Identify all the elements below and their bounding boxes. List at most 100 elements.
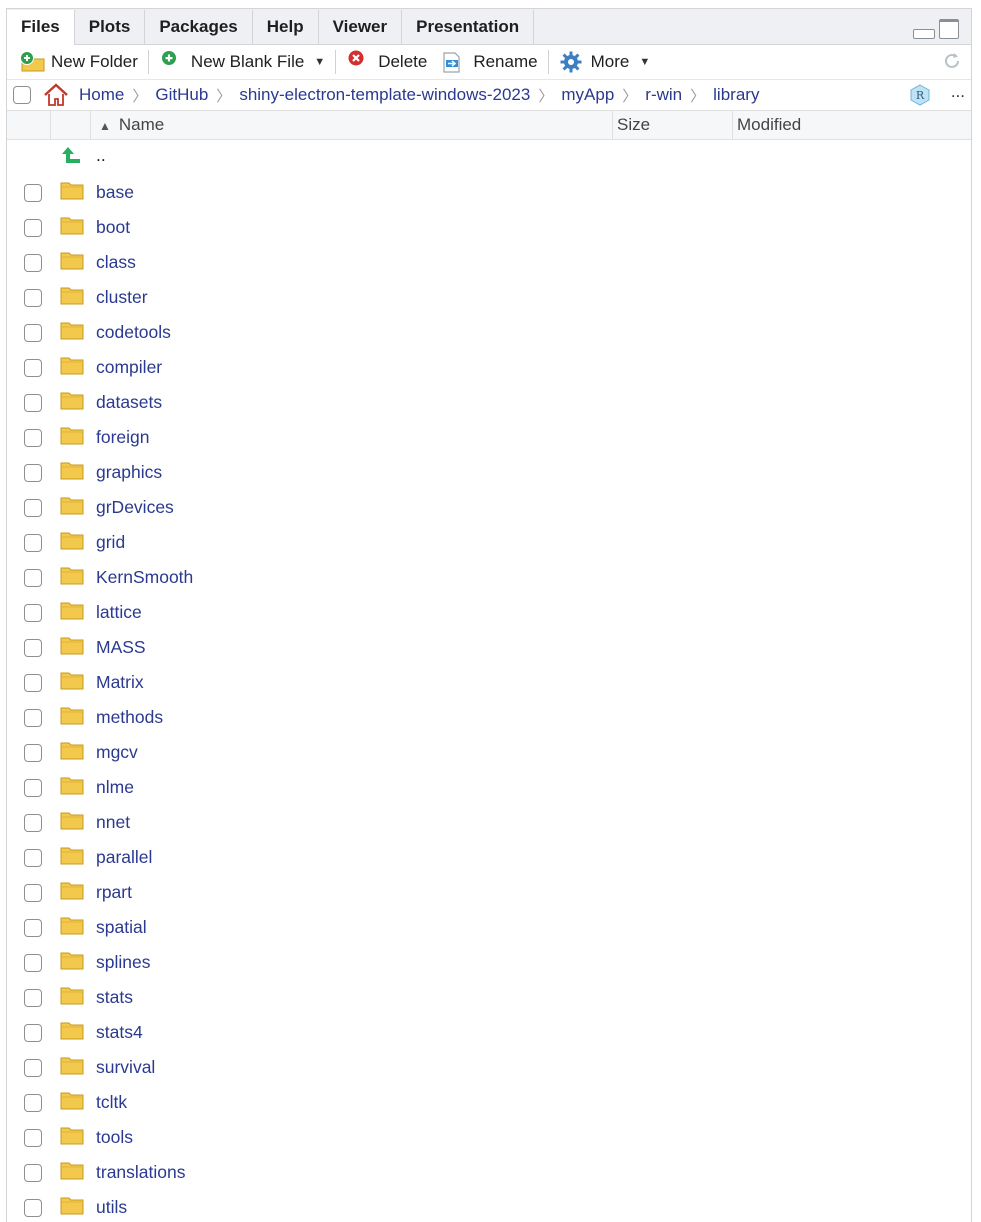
file-row[interactable]: nnet bbox=[7, 805, 971, 840]
file-row[interactable]: lattice bbox=[7, 595, 971, 630]
select-all-checkbox[interactable] bbox=[13, 86, 31, 104]
row-checkbox[interactable] bbox=[24, 1163, 42, 1182]
file-name-link[interactable]: Matrix bbox=[96, 672, 144, 693]
file-row[interactable]: Matrix bbox=[7, 665, 971, 700]
row-checkbox[interactable] bbox=[24, 533, 42, 552]
file-row[interactable]: boot bbox=[7, 210, 971, 245]
file-name-link[interactable]: class bbox=[96, 252, 136, 273]
breadcrumb-r-win[interactable]: r-win bbox=[645, 85, 682, 105]
file-name-link[interactable]: translations bbox=[96, 1162, 186, 1183]
tab-plots[interactable]: Plots bbox=[75, 10, 146, 44]
tab-presentation[interactable]: Presentation bbox=[402, 10, 535, 44]
breadcrumb-library[interactable]: library bbox=[713, 85, 759, 105]
file-name-link[interactable]: survival bbox=[96, 1057, 155, 1078]
file-name-link[interactable]: utils bbox=[96, 1197, 127, 1218]
file-name-link[interactable]: datasets bbox=[96, 392, 162, 413]
row-checkbox[interactable] bbox=[24, 253, 42, 272]
tab-packages[interactable]: Packages bbox=[145, 10, 253, 44]
file-name-link[interactable]: foreign bbox=[96, 427, 150, 448]
file-name-link[interactable]: methods bbox=[96, 707, 163, 728]
file-row[interactable]: parallel bbox=[7, 840, 971, 875]
maximize-button[interactable] bbox=[939, 19, 959, 39]
refresh-icon[interactable] bbox=[941, 50, 963, 72]
file-name-link[interactable]: grid bbox=[96, 532, 125, 553]
row-checkbox[interactable] bbox=[24, 183, 42, 202]
file-row[interactable]: cluster bbox=[7, 280, 971, 315]
file-row[interactable]: stats4 bbox=[7, 1015, 971, 1050]
tab-viewer[interactable]: Viewer bbox=[319, 10, 403, 44]
row-checkbox[interactable] bbox=[24, 1023, 42, 1042]
file-name-link[interactable]: lattice bbox=[96, 602, 142, 623]
new-folder-button[interactable]: New Folder bbox=[15, 47, 142, 77]
file-row[interactable]: stats bbox=[7, 980, 971, 1015]
row-checkbox[interactable] bbox=[24, 708, 42, 727]
row-checkbox[interactable] bbox=[24, 953, 42, 972]
breadcrumb-project[interactable]: shiny-electron-template-windows-2023 bbox=[239, 85, 530, 105]
breadcrumb-home[interactable]: Home bbox=[79, 85, 124, 105]
row-checkbox[interactable] bbox=[24, 288, 42, 307]
row-checkbox[interactable] bbox=[24, 883, 42, 902]
breadcrumb-github[interactable]: GitHub bbox=[155, 85, 208, 105]
file-row[interactable]: mgcv bbox=[7, 735, 971, 770]
rename-button[interactable]: Rename bbox=[437, 47, 541, 77]
delete-button[interactable]: Delete bbox=[342, 47, 431, 77]
file-name-link[interactable]: splines bbox=[96, 952, 150, 973]
file-name-link[interactable]: base bbox=[96, 182, 134, 203]
file-row[interactable]: splines bbox=[7, 945, 971, 980]
file-row[interactable]: spatial bbox=[7, 910, 971, 945]
home-icon[interactable] bbox=[43, 83, 69, 107]
file-row[interactable]: grDevices bbox=[7, 490, 971, 525]
file-name-link[interactable]: grDevices bbox=[96, 497, 174, 518]
file-row[interactable]: utils bbox=[7, 1190, 971, 1222]
file-row[interactable]: base bbox=[7, 175, 971, 210]
file-row[interactable]: translations bbox=[7, 1155, 971, 1190]
file-name-link[interactable]: codetools bbox=[96, 322, 171, 343]
row-checkbox[interactable] bbox=[24, 358, 42, 377]
header-name[interactable]: ▲ Name bbox=[91, 111, 613, 139]
file-name-link[interactable]: MASS bbox=[96, 637, 146, 658]
row-checkbox[interactable] bbox=[24, 1198, 42, 1217]
file-name-link[interactable]: nnet bbox=[96, 812, 130, 833]
file-row[interactable]: methods bbox=[7, 700, 971, 735]
row-checkbox[interactable] bbox=[24, 673, 42, 692]
minimize-button[interactable] bbox=[913, 29, 935, 39]
file-name-link[interactable]: mgcv bbox=[96, 742, 138, 763]
file-name-link[interactable]: stats4 bbox=[96, 1022, 143, 1043]
row-checkbox[interactable] bbox=[24, 568, 42, 587]
file-name-link[interactable]: graphics bbox=[96, 462, 162, 483]
file-row[interactable]: MASS bbox=[7, 630, 971, 665]
file-name-link[interactable]: stats bbox=[96, 987, 133, 1008]
file-row[interactable]: graphics bbox=[7, 455, 971, 490]
breadcrumb-myapp[interactable]: myApp bbox=[561, 85, 614, 105]
file-row[interactable]: datasets bbox=[7, 385, 971, 420]
row-checkbox[interactable] bbox=[24, 218, 42, 237]
file-row[interactable]: grid bbox=[7, 525, 971, 560]
file-row[interactable]: tools bbox=[7, 1120, 971, 1155]
file-name-link[interactable]: compiler bbox=[96, 357, 162, 378]
parent-directory-link[interactable]: .. bbox=[96, 145, 106, 166]
row-checkbox[interactable] bbox=[24, 918, 42, 937]
row-checkbox[interactable] bbox=[24, 848, 42, 867]
file-name-link[interactable]: parallel bbox=[96, 847, 152, 868]
row-checkbox[interactable] bbox=[24, 1093, 42, 1112]
row-checkbox[interactable] bbox=[24, 323, 42, 342]
row-checkbox[interactable] bbox=[24, 743, 42, 762]
file-row[interactable]: KernSmooth bbox=[7, 560, 971, 595]
new-blank-file-button[interactable]: New Blank File ▼ bbox=[155, 47, 329, 77]
file-row[interactable]: survival bbox=[7, 1050, 971, 1085]
file-name-link[interactable]: rpart bbox=[96, 882, 132, 903]
row-checkbox[interactable] bbox=[24, 428, 42, 447]
file-name-link[interactable]: tcltk bbox=[96, 1092, 127, 1113]
r-project-icon[interactable]: R bbox=[909, 84, 931, 106]
file-row[interactable]: codetools bbox=[7, 315, 971, 350]
parent-directory-row[interactable]: .. bbox=[7, 140, 971, 175]
file-row[interactable]: class bbox=[7, 245, 971, 280]
tab-help[interactable]: Help bbox=[253, 10, 319, 44]
row-checkbox[interactable] bbox=[24, 1058, 42, 1077]
row-checkbox[interactable] bbox=[24, 778, 42, 797]
row-checkbox[interactable] bbox=[24, 393, 42, 412]
file-name-link[interactable]: tools bbox=[96, 1127, 133, 1148]
row-checkbox[interactable] bbox=[24, 463, 42, 482]
row-checkbox[interactable] bbox=[24, 603, 42, 622]
more-button[interactable]: More ▼ bbox=[555, 47, 655, 77]
